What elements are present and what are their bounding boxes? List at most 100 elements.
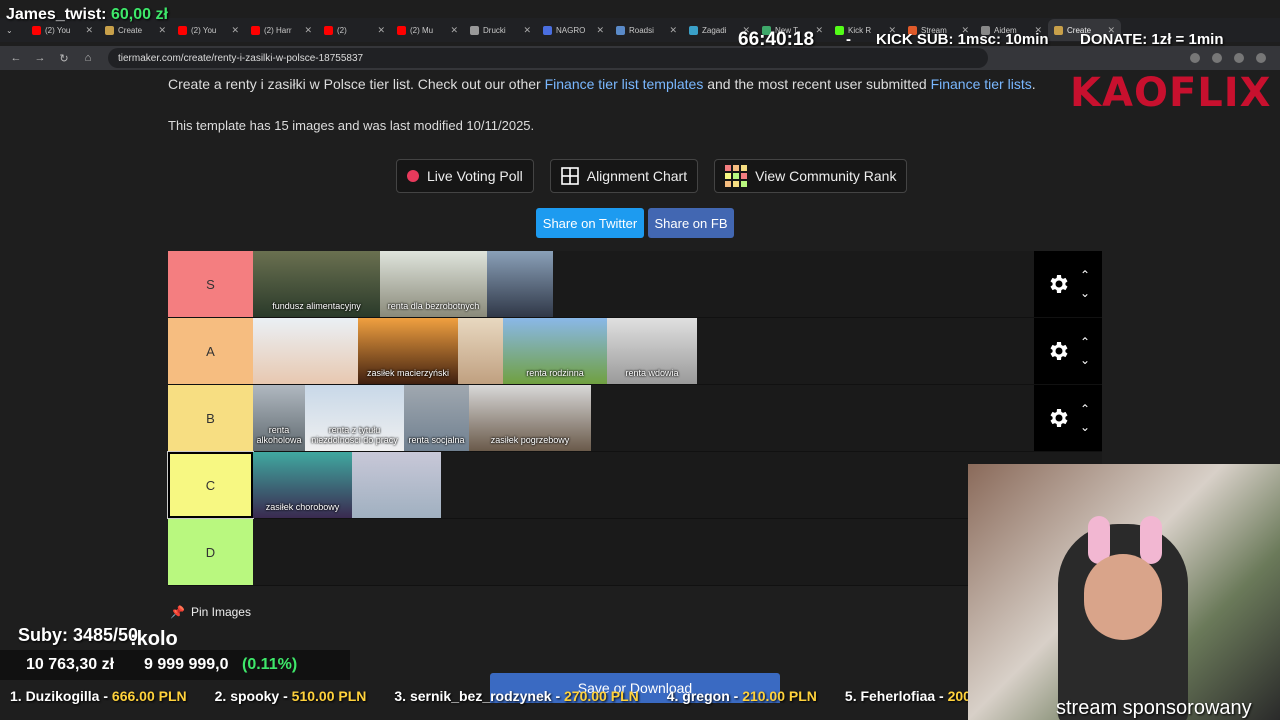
sponsored-label: stream sponsorowany [1056,697,1252,719]
address-bar[interactable]: tiermaker.com/create/renty-i-zasilki-w-p… [108,48,988,68]
close-tab-icon[interactable]: ✕ [377,25,385,36]
tab-title: (2) Harr [264,25,292,35]
donate-info: DONATE: 1zł = 1min [1080,31,1224,48]
kaoflix-logo: KAOFLIX [1070,70,1272,116]
extension-icon[interactable] [1190,53,1200,63]
close-tab-icon[interactable]: ✕ [231,25,239,36]
close-tab-icon[interactable]: ✕ [450,25,458,36]
move-down-icon[interactable]: ⌄ [1080,354,1090,366]
tier-image[interactable]: renta socjalna [404,385,469,451]
alignment-label: Alignment Chart [586,168,688,184]
tab-title: (2) [337,25,347,35]
browser-tab[interactable]: (2) Mu ✕ [391,19,464,41]
tier-items[interactable]: fundusz alimentacyjny renta dla bezrobotn… [253,251,1034,317]
move-down-icon[interactable]: ⌄ [1080,421,1090,433]
tier-image[interactable] [352,452,441,518]
streamer-face [1084,554,1162,640]
browser-tab[interactable]: Drucki ✕ [464,19,537,41]
tier-image[interactable] [253,318,358,384]
alignment-chart-button[interactable]: Alignment Chart [549,159,699,193]
tier-image[interactable]: zasiłek pogrzebowy [469,385,591,451]
tab-title: Drucki [483,25,506,35]
home-icon[interactable]: ⌂ [80,52,96,64]
back-icon[interactable]: ← [8,52,24,64]
tier-image[interactable]: renta wdowia [607,318,697,384]
tab-title: (2) You [191,25,217,35]
intro-text: Create a renty i zasiłki w Polsce tier l… [168,76,1036,92]
tier-image[interactable] [458,318,503,384]
tier-image[interactable]: renta dla bezrobotnych [380,251,487,317]
close-tab-icon[interactable]: ✕ [523,25,531,36]
favicon-icon [470,25,479,35]
tab-title: (2) You [45,25,71,35]
close-tab-icon[interactable]: ✕ [304,25,312,36]
donor-name: 2. spooky - [214,688,288,704]
tier-items[interactable]: zasiłek macierzyński renta rodzinna renta … [253,318,1034,384]
donation-amount: 60,00 zł [110,6,168,23]
tier-image[interactable]: fundusz alimentacyjny [253,251,380,317]
share-twitter-button[interactable]: Share on Twitter [536,208,644,238]
template-info: This template has 15 images and was last… [168,118,535,133]
forward-icon[interactable]: → [32,52,48,64]
extension-icon[interactable] [1234,53,1244,63]
kolo-logo: :kolo [130,628,178,650]
tier-colors-icon [725,165,748,187]
extension-icon[interactable] [1212,53,1222,63]
tier-label[interactable]: D [168,519,253,585]
tier-items[interactable]: renta alkoholowa renta z tytułu niezdolno… [253,385,1034,451]
favicon-icon [105,25,114,35]
pin-images-toggle[interactable]: 📌 Pin Images [170,605,251,619]
grid-icon [560,167,579,185]
browser-tab[interactable]: NAGRO ✕ [537,19,610,41]
close-tab-icon[interactable]: ✕ [596,25,604,36]
action-buttons: Live Voting Poll Alignment Chart View Co… [396,159,908,193]
tier-image[interactable]: renta z tytułu niezdolności do pracy [305,385,404,451]
donor-amount: 270.00 PLN [564,688,639,704]
tier-row: Brenta alkoholowa renta z tytułu niezdoln… [168,385,1102,452]
finance-templates-link[interactable]: Finance tier list templates [545,76,704,92]
tier-label[interactable]: A [168,318,253,384]
tier-image[interactable]: renta alkoholowa [253,385,305,451]
live-voting-button[interactable]: Live Voting Poll [396,159,534,193]
share-fb-button[interactable]: Share on FB [648,208,734,238]
donor-entry: 4. gregon - 210.00 PLN [667,688,817,710]
reload-icon[interactable]: ↻ [56,52,72,65]
tier-image[interactable]: renta rodzinna [503,318,607,384]
gear-icon[interactable] [1046,406,1070,430]
pin-icon: 📌 [170,605,185,619]
tier-image[interactable] [487,251,553,317]
favicon-icon [397,25,406,35]
donor-amount: 510.00 PLN [291,688,367,704]
move-down-icon[interactable]: ⌄ [1080,287,1090,299]
move-up-icon[interactable]: ⌃ [1080,336,1090,348]
favicon-icon [835,25,844,35]
tier-label[interactable]: B [168,385,253,451]
intro-pre: Create a renty i zasiłki w Polsce tier l… [168,76,545,92]
tier-controls: ⌃ ⌄ [1034,318,1102,384]
browser-tab[interactable]: Roadsi ✕ [610,19,683,41]
gear-icon[interactable] [1046,339,1070,363]
streamer-donation: James_twist: 60,00 zł [6,6,168,24]
finance-tier-lists-link[interactable]: Finance tier lists [931,76,1032,92]
browser-tab[interactable]: (2) ✕ [318,19,391,41]
favicon-icon [178,25,187,35]
webcam-feed [968,464,1280,720]
stream-timer: 66:40:18 [738,29,815,50]
gear-icon[interactable] [1046,272,1070,296]
donor-amount: 666.00 PLN [111,688,187,704]
tier-label[interactable]: S [168,251,253,317]
close-tab-icon[interactable]: ✕ [85,25,93,36]
community-rank-button[interactable]: View Community Rank [714,159,908,193]
browser-tab[interactable]: (2) You ✕ [172,19,245,41]
browser-tab[interactable]: (2) Harr ✕ [245,19,318,41]
tier-image[interactable]: zasiłek chorobowy [253,452,352,518]
extension-icon[interactable] [1256,53,1266,63]
close-tab-icon[interactable]: ✕ [669,25,677,36]
move-up-icon[interactable]: ⌃ [1080,403,1090,415]
close-tab-icon[interactable]: ✕ [158,25,166,36]
close-tab-icon[interactable]: ✕ [815,25,823,36]
tier-image[interactable]: zasiłek macierzyński [358,318,458,384]
move-up-icon[interactable]: ⌃ [1080,269,1090,281]
tier-label[interactable]: C [167,451,254,519]
donor-amount: 210.00 PLN [742,688,817,704]
